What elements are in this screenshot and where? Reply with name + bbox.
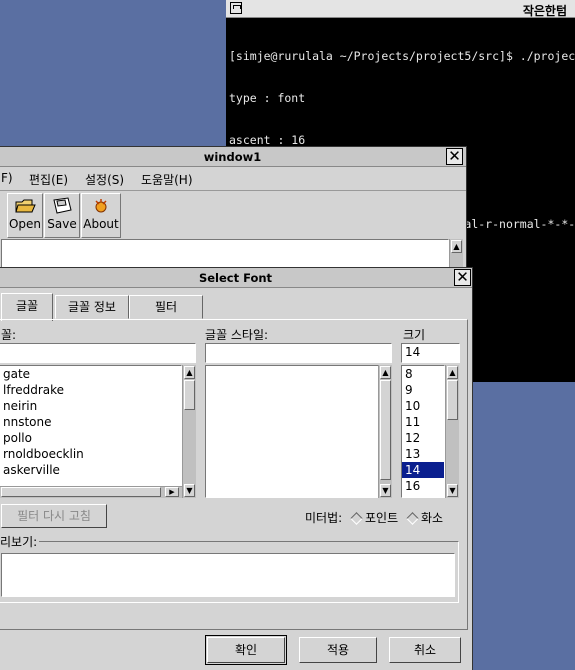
preview-label: 리보기:	[0, 533, 40, 550]
size-list-vscroll[interactable]: ▲ ▼	[445, 365, 459, 498]
preview-text[interactable]	[1, 553, 455, 597]
font-style-list[interactable]	[205, 365, 379, 498]
font-list-hscroll[interactable]: ▶	[0, 486, 182, 498]
terminal-line: [simje@rurulala ~/Projects/project5/src]…	[229, 49, 575, 63]
font-list-vscroll[interactable]: ▲ ▼	[182, 365, 196, 498]
radio-points-label[interactable]: 포인트	[365, 511, 398, 525]
list-item[interactable]: 14	[402, 462, 444, 478]
radio-points-icon[interactable]	[350, 512, 363, 525]
scroll-thumb[interactable]	[380, 380, 391, 480]
font-style-input[interactable]	[205, 343, 392, 363]
menu-file[interactable]: F)	[1, 171, 13, 185]
scroll-down-icon[interactable]: ▼	[184, 484, 195, 497]
scroll-thumb[interactable]	[447, 380, 458, 420]
font-list[interactable]: gate lfreddrake neirin nnstone pollo rno…	[0, 365, 182, 498]
scroll-thumb[interactable]	[184, 380, 195, 410]
save-button[interactable]: Save	[44, 193, 80, 238]
about-button[interactable]: About	[81, 193, 121, 238]
list-item[interactable]: pollo	[0, 430, 181, 446]
style-list-vscroll[interactable]: ▲ ▼	[378, 365, 392, 498]
radio-pixels-label[interactable]: 화소	[421, 511, 443, 525]
terminal-line: ascent : 16	[229, 133, 306, 147]
apply-button[interactable]: 적용	[299, 637, 377, 663]
window1-close-icon[interactable]: ✕	[446, 148, 463, 165]
floppy-icon	[53, 197, 72, 214]
tab-bar: 글꼴 글꼴 정보 필터	[0, 293, 469, 321]
metric-label: 미터법:	[305, 511, 343, 525]
cancel-button[interactable]: 취소	[389, 637, 461, 663]
list-item[interactable]: 9	[402, 382, 444, 398]
list-item[interactable]: 13	[402, 446, 444, 462]
radio-pixels-icon[interactable]	[406, 512, 419, 525]
metric-group: 미터법: 포인트 화소	[305, 509, 443, 526]
tab-font[interactable]: 글꼴	[1, 293, 53, 321]
tab-filter[interactable]: 필터	[129, 295, 203, 319]
hscroll-thumb[interactable]	[1, 487, 161, 497]
font-name-input[interactable]	[0, 343, 196, 363]
ok-button[interactable]: 확인	[205, 635, 287, 665]
about-icon	[95, 199, 107, 213]
open-label: Open	[8, 217, 42, 231]
preview-frame: 리보기:	[0, 533, 459, 603]
list-item[interactable]: nnstone	[0, 414, 181, 430]
list-item[interactable]: 8	[402, 366, 444, 382]
scroll-down-icon[interactable]: ▼	[380, 484, 391, 497]
window-menu-icon[interactable]	[230, 2, 242, 14]
list-item[interactable]: gate	[0, 366, 181, 382]
text-area-scrollbar[interactable]: ▲	[449, 239, 463, 269]
menu-bar: F) 편집(E) 설정(S) 도움말(H)	[0, 167, 466, 191]
list-item[interactable]: 10	[402, 398, 444, 414]
dialog-close-icon[interactable]: ✕	[454, 269, 471, 286]
list-item[interactable]: 11	[402, 414, 444, 430]
font-label: 꼴:	[1, 328, 17, 342]
size-label: 크기	[403, 328, 426, 342]
list-item[interactable]: lfreddrake	[0, 382, 181, 398]
dialog-title: Select Font	[198, 271, 273, 285]
select-font-dialog[interactable]: Select Font ✕ 글꼴 글꼴 정보 필터 꼴: 글꼴 스타일: 크기 …	[0, 267, 473, 670]
scroll-right-icon[interactable]: ▶	[165, 487, 179, 497]
terminal-title: 작은한텀	[522, 4, 567, 18]
font-size-input[interactable]: 14	[401, 343, 460, 363]
scroll-up-icon[interactable]: ▲	[447, 366, 458, 379]
terminal-titlebar[interactable]: 작은한텀	[226, 0, 575, 18]
scroll-up-icon[interactable]: ▲	[380, 366, 391, 379]
list-item[interactable]: 16	[402, 478, 444, 494]
open-button[interactable]: Open	[7, 193, 43, 238]
scroll-up-icon[interactable]: ▲	[184, 366, 195, 379]
save-label: Save	[47, 217, 77, 231]
terminal-line: type : font	[229, 91, 306, 105]
tab-font-info[interactable]: 글꼴 정보	[55, 295, 129, 319]
menu-help[interactable]: 도움말(H)	[141, 171, 193, 188]
dialog-titlebar[interactable]: Select Font ✕	[0, 268, 472, 288]
list-item[interactable]: 12	[402, 430, 444, 446]
style-label: 글꼴 스타일:	[205, 328, 269, 342]
list-item[interactable]: rnoldboecklin	[0, 446, 181, 462]
list-item[interactable]: askerville	[0, 462, 181, 478]
list-item[interactable]: neirin	[0, 398, 181, 414]
menu-settings[interactable]: 설정(S)	[85, 171, 124, 188]
folder-icon	[15, 199, 36, 213]
scroll-down-icon[interactable]: ▼	[447, 484, 458, 497]
font-size-list[interactable]: 8 9 10 11 12 13 14 16	[401, 365, 445, 498]
reset-filter-button[interactable]: 필터 다시 고침	[1, 504, 107, 528]
window1-title: window1	[203, 150, 262, 164]
window1-titlebar[interactable]: window1 ✕	[0, 147, 466, 167]
text-area[interactable]	[1, 239, 449, 269]
about-label: About	[83, 217, 119, 231]
menu-edit[interactable]: 편집(E)	[29, 171, 68, 188]
toolbar: Open Save About	[0, 191, 466, 239]
scroll-up-icon[interactable]: ▲	[451, 240, 462, 253]
